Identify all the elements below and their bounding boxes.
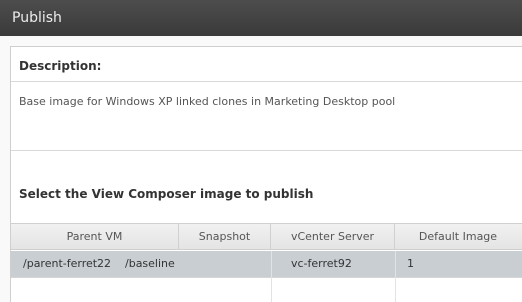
dialog-title-bar: Publish — [0, 0, 522, 36]
column-divider — [395, 251, 396, 302]
cell-parent-vm: /parent-ferret22 — [23, 257, 112, 270]
column-header-snapshot[interactable]: Snapshot — [179, 224, 271, 250]
description-text: Base image for Windows XP linked clones … — [19, 95, 396, 108]
image-selection-label: Select the View Composer image to publis… — [19, 187, 314, 201]
cell-default-image: 1 — [407, 257, 414, 270]
dialog-title: Publish — [12, 10, 62, 26]
composer-image-table: Parent VM Snapshot vCenter Server Defaul… — [11, 223, 522, 302]
column-header-vcenter-server[interactable]: vCenter Server — [271, 224, 395, 250]
empty-table-row — [11, 278, 522, 302]
table-row[interactable]: /parent-ferret22 /baseline vc-ferret92 1 — [11, 251, 522, 278]
dialog-body: Description: Base image for Windows XP l… — [10, 46, 522, 302]
column-header-parent-vm[interactable]: Parent VM — [11, 224, 179, 250]
column-divider — [271, 251, 272, 302]
column-header-default-image[interactable]: Default Image — [395, 224, 521, 250]
cell-vcenter-server: vc-ferret92 — [291, 257, 352, 270]
table-header: Parent VM Snapshot vCenter Server Defaul… — [11, 224, 522, 250]
publish-dialog: Publish Description: Base image for Wind… — [0, 0, 522, 302]
description-field[interactable]: Base image for Windows XP linked clones … — [11, 81, 522, 151]
cell-snapshot: /baseline — [125, 257, 175, 270]
description-label: Description: — [19, 59, 102, 73]
